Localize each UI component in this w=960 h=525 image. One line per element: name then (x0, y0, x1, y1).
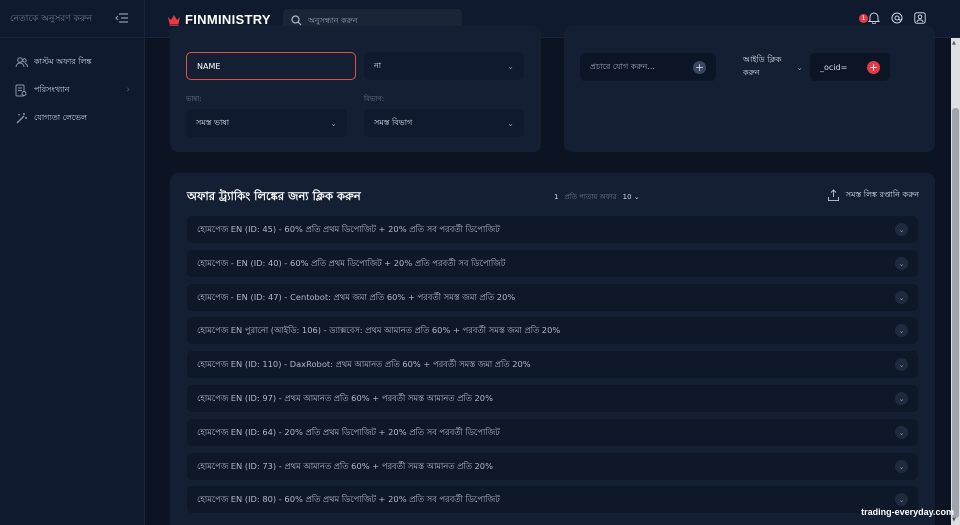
notifications-button[interactable]: 1 (859, 12, 880, 25)
chevron-down-icon: ⌄ (507, 61, 514, 71)
link-builder-card: প্রচারে যোগ করুন... + আইডি ক্লিক করুন ⌄ … (564, 26, 935, 152)
chevron-down-icon: ⌄ (796, 62, 803, 72)
ocid-value: _ocid= (820, 62, 848, 72)
department-label: বিভাগ: (364, 95, 385, 103)
language-select[interactable]: সমস্ত ভাষা ⌄ (186, 109, 347, 137)
chevron-down-icon[interactable]: ⌄ (895, 392, 908, 405)
users-icon (14, 55, 28, 69)
scroll-up-icon[interactable]: ▲ (952, 40, 956, 46)
per-page-label: প্রতি পাতায় অফার (564, 193, 617, 201)
offer-row[interactable]: হোমপেজ EN (ID: 80) - 60% প্রতি প্রথম ডিপ… (187, 486, 918, 513)
department-value: সমস্ত বিভাগ (374, 117, 413, 127)
export-all-links-button[interactable]: সমস্ত লিঙ্ক রপ্তানি করুন (827, 189, 919, 202)
offer-row[interactable]: হোমপেজ - EN (ID: 40) - 60% প্রতি প্রথম ড… (187, 250, 918, 277)
sidebar-header: নেতাকে অনুসরণ করুন (0, 0, 144, 38)
export-label: সমস্ত লিঙ্ক রপ্তানি করুন (845, 190, 919, 199)
offer-label: হোমপেজ EN (ID: 73) - প্রথম আমানত প্রতি 6… (197, 460, 493, 471)
chevron-down-icon[interactable]: ⌄ (895, 324, 908, 337)
ocid-field[interactable]: _ocid= + (810, 53, 890, 81)
chevron-down-icon[interactable]: ⌄ (895, 358, 908, 371)
chevron-down-icon[interactable]: ⌄ (895, 223, 908, 236)
department-select[interactable]: সমস্ত বিভাগ ⌄ (364, 109, 524, 137)
report-icon (14, 83, 28, 97)
offer-row[interactable]: হোমপেজ EN (ID: 110) - DaxRobot: প্রথম আম… (187, 351, 918, 378)
offers-card: অফার ট্র্যাকিং লিঙ্কের জন্য ক্লিক করুন 1… (170, 173, 935, 525)
sidebar-item-label: কাস্টম অফার লিঙ্ক (34, 56, 92, 66)
page-number[interactable]: 1 (554, 193, 558, 201)
collapse-sidebar-icon[interactable] (115, 12, 128, 26)
crown-icon (167, 14, 181, 26)
language-value: সমস্ত ভাষা (196, 117, 230, 127)
click-id-label: আইডি ক্লিক করুন (743, 55, 782, 77)
email-button[interactable] (890, 12, 903, 25)
type-value: না (374, 60, 382, 70)
brand-logo[interactable]: FINMINISTRY (167, 12, 271, 27)
chevron-down-icon[interactable]: ⌄ (895, 426, 908, 439)
sidebar-item-custom-offer-links[interactable]: কাস্টম অফার লিঙ্ক (0, 48, 144, 76)
offer-row[interactable]: হোমপেজ EN (ID: 64) - 20% প্রতি প্রথম ডিপ… (187, 419, 918, 446)
sidebar-item-qualification-level[interactable]: যোগ্যতা লেভেল (0, 104, 144, 132)
scrollbar-thumb[interactable] (952, 108, 959, 518)
sidebar-item-statistics[interactable]: পরিসংখ্যান › (0, 76, 144, 104)
sidebar-item-label: পরিসংখ্যান (34, 84, 70, 94)
offer-row[interactable]: হোমপেজ EN পুরানো (আইডি: 106) - ড্যাক্সবে… (187, 317, 918, 344)
name-field[interactable]: NAME (186, 52, 356, 80)
sidebar: নেতাকে অনুসরণ করুন কাস্টম অফার লিঙ্ক পরি… (0, 0, 145, 525)
chevron-down-icon: ⌄ (330, 118, 337, 128)
type-select[interactable]: না ⌄ (364, 52, 524, 80)
offer-label: হোমপেজ EN (ID: 110) - DaxRobot: প্রথম আম… (197, 358, 531, 369)
offers-title: অফার ট্র্যাকিং লিঙ্কের জন্য ক্লিক করুন (187, 189, 361, 203)
chevron-down-icon: ⌄ (507, 118, 514, 128)
offer-label: হোমপেজ EN (ID: 64) - 20% প্রতি প্রথম ডিপ… (197, 426, 500, 437)
search-input[interactable] (308, 15, 448, 25)
filter-card: NAME না ⌄ ভাষা: সমস্ত ভাষা ⌄ বিভাগ: সমস্… (170, 26, 541, 152)
add-promo-icon[interactable]: + (693, 60, 706, 74)
watermark: trading-everyday.com (861, 507, 954, 517)
offer-row[interactable]: হোমপেজ - EN (ID: 47) - Centobot: প্রথম জ… (187, 284, 918, 311)
offer-label: হোমপেজ EN (ID: 45) - 60% প্রতি প্রথম ডিপ… (197, 223, 500, 234)
promo-placeholder: প্রচারে যোগ করুন... (590, 61, 655, 71)
offer-label: হোমপেজ EN (ID: 97) - প্রথম আমানত প্রতি 6… (197, 392, 493, 403)
offer-row[interactable]: হোমপেজ EN (ID: 97) - প্রথম আমানত প্রতি 6… (187, 385, 918, 412)
page-scrollbar[interactable]: ▲ ▼ (951, 38, 960, 525)
offer-label: হোমপেজ EN পুরানো (আইডি: 106) - ড্যাক্সবে… (197, 324, 561, 335)
chevron-right-icon: › (126, 85, 130, 95)
offer-label: হোমপেজ - EN (ID: 47) - Centobot: প্রথম জ… (197, 291, 516, 302)
offer-label: হোমপেজ - EN (ID: 40) - 60% প্রতি প্রথম ড… (197, 257, 506, 268)
chevron-down-icon[interactable]: ⌄ (895, 257, 908, 270)
offer-row[interactable]: হোমপেজ EN (ID: 45) - 60% প্রতি প্রথম ডিপ… (187, 216, 918, 243)
profile-button[interactable] (913, 12, 926, 25)
name-value: NAME (197, 61, 221, 71)
chevron-down-icon: ⌄ (633, 193, 640, 201)
scroll-down-icon[interactable]: ▼ (952, 517, 956, 523)
add-parameter-icon[interactable]: + (867, 60, 880, 74)
click-id-select[interactable]: আইডি ক্লিক করুন ⌄ (733, 53, 807, 81)
magic-wand-icon (14, 111, 28, 125)
language-label: ভাষা: (186, 95, 202, 103)
promo-input[interactable]: প্রচারে যোগ করুন... + (580, 53, 716, 81)
chevron-down-icon[interactable]: ⌄ (895, 291, 908, 304)
offer-row[interactable]: হোমপেজ EN (ID: 73) - প্রথম আমানত প্রতি 6… (187, 453, 918, 480)
per-page-select[interactable]: 10 ⌄ (623, 193, 640, 201)
brand-name: FINMINISTRY (185, 12, 271, 27)
chevron-down-icon[interactable]: ⌄ (895, 493, 908, 506)
notification-badge: 1 (859, 14, 868, 23)
follow-leader-link[interactable]: নেতাকে অনুসরণ করুন (10, 11, 92, 26)
offer-label: হোমপেজ EN (ID: 80) - 60% প্রতি প্রথম ডিপ… (197, 493, 500, 504)
export-icon (827, 189, 840, 202)
chevron-down-icon[interactable]: ⌄ (895, 460, 908, 473)
pagination: 1 প্রতি পাতায় অফার 10 ⌄ (554, 191, 640, 203)
sidebar-item-label: যোগ্যতা লেভেল (34, 112, 87, 122)
